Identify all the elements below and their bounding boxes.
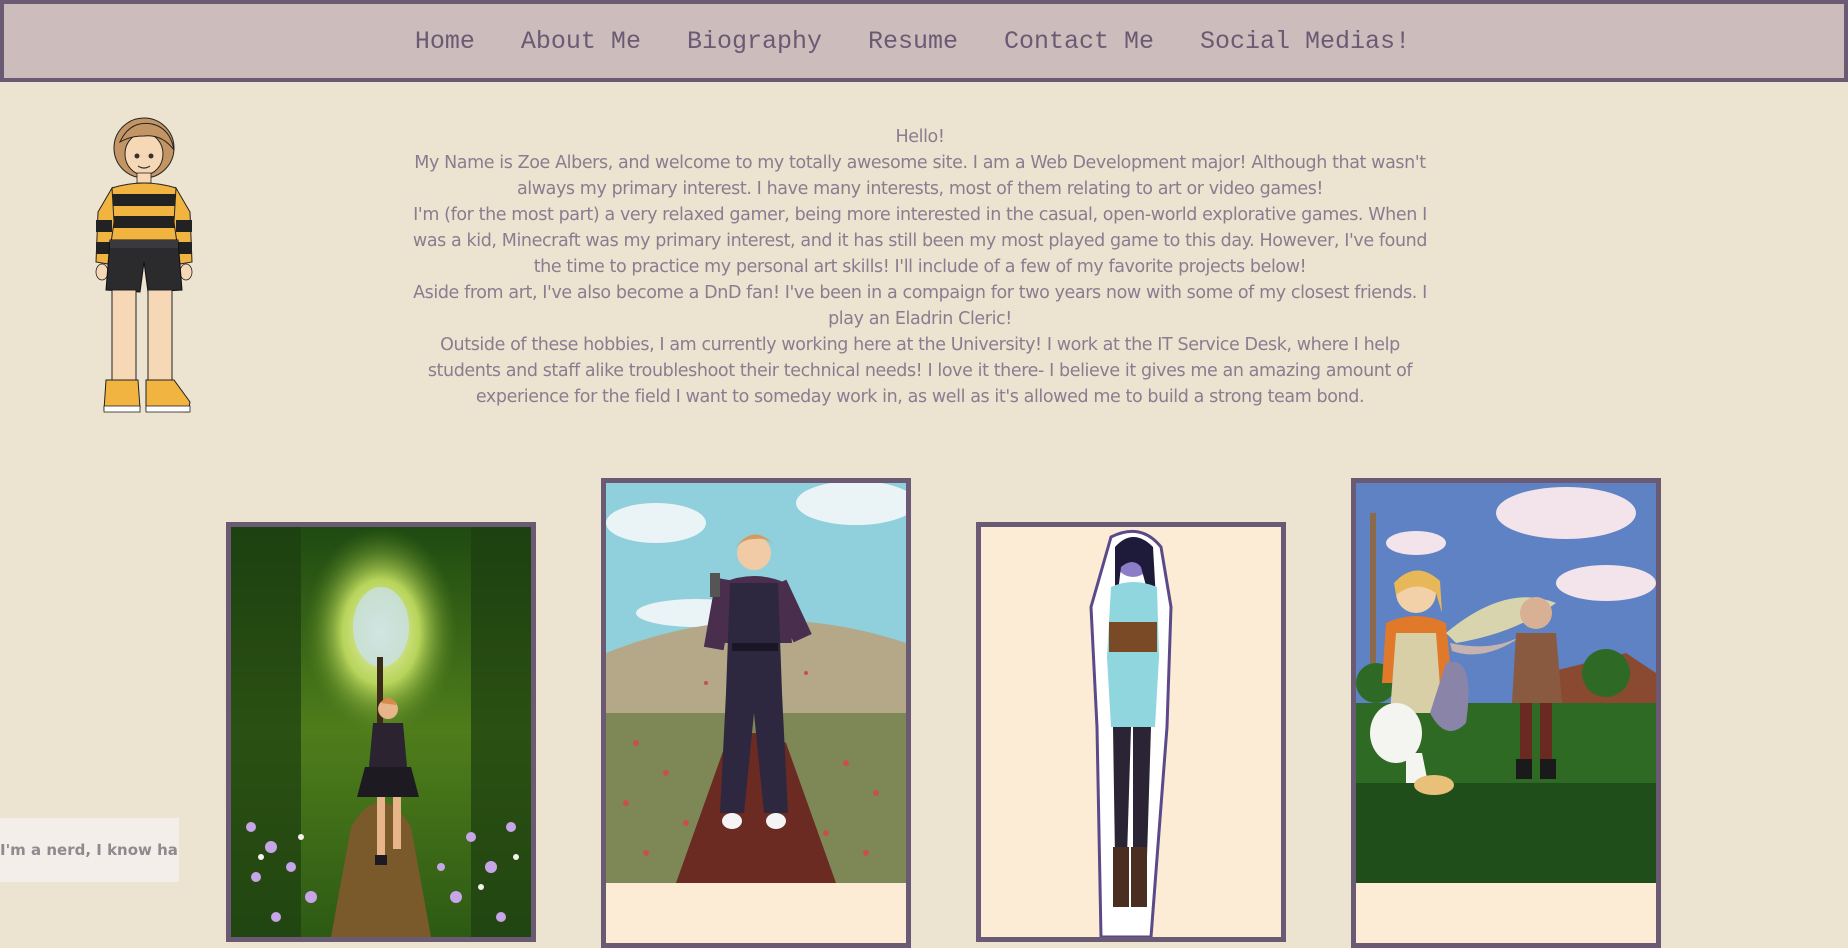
artwork-forest-image <box>231 527 531 937</box>
artwork-adventure-image <box>1356 483 1656 943</box>
artwork-adventure-frame[interactable] <box>1351 478 1661 948</box>
top-navbar: Home About Me Biography Resume Contact M… <box>0 0 1848 82</box>
intro-paragraph: Outside of these hobbies, I am currently… <box>427 335 1413 407</box>
artwork-character-frame[interactable] <box>976 522 1286 942</box>
artwork-character-image <box>981 527 1281 937</box>
intro-paragraph: Aside from art, I've also become a DnD f… <box>413 283 1427 329</box>
nav-home-link[interactable]: Home <box>415 27 475 56</box>
intro-greeting: Hello! <box>895 127 945 147</box>
artwork-field-frame[interactable] <box>601 478 911 948</box>
nav-contact-me-link[interactable]: Contact Me <box>1004 27 1154 56</box>
nav-resume-link[interactable]: Resume <box>868 27 958 56</box>
nav-about-me-link[interactable]: About Me <box>521 27 641 56</box>
intro-paragraph: My Name is Zoe Albers, and welcome to my… <box>414 153 1426 199</box>
intro-text: Hello! My Name is Zoe Albers, and welcom… <box>412 124 1428 410</box>
artwork-forest-frame[interactable] <box>226 522 536 942</box>
avatar-illustration <box>95 117 193 413</box>
artwork-field-image <box>606 483 906 943</box>
toast-text: I'm a nerd, I know haha <box>0 841 179 859</box>
nav-biography-link[interactable]: Biography <box>687 27 822 56</box>
toast-message: I'm a nerd, I know haha <box>0 818 179 882</box>
intro-paragraph: I'm (for the most part) a very relaxed g… <box>412 205 1428 277</box>
nav-social-medias-link[interactable]: Social Medias! <box>1200 27 1410 56</box>
